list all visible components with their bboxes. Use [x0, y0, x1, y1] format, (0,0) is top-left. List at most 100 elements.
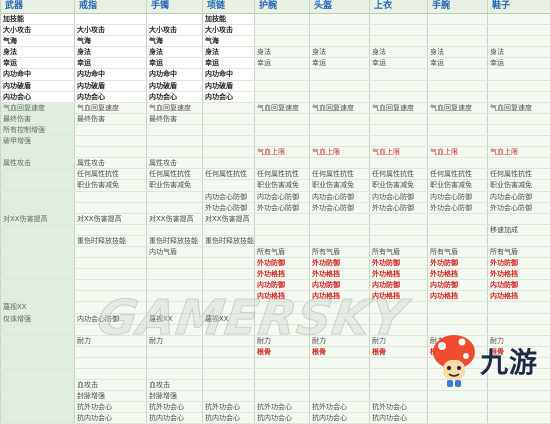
table-cell: [75, 302, 147, 313]
table-cell: 属性攻击: [75, 158, 147, 169]
equipment-attribute-table: 武器 戒指 手镯 项链 护腕 头盔 上衣 手腕 鞋子 加技能加技能大小攻击大小攻…: [0, 0, 550, 424]
table-cell: [488, 158, 550, 169]
table-row: 所有控制增强: [1, 124, 550, 135]
table-cell: [75, 269, 147, 280]
table-cell: 幸运: [488, 58, 550, 69]
table-row: 外功格挡外功格挡外功格挡外功格挡外功格挡: [1, 269, 550, 280]
table-cell: [203, 391, 255, 402]
table-cell: [255, 324, 310, 335]
table-cell: 耐力: [255, 335, 310, 346]
table-cell: 内功格挡: [255, 291, 310, 302]
table-cell: [255, 369, 310, 380]
table-cell: [203, 102, 255, 113]
table-cell: 内功会心: [75, 91, 147, 102]
table-cell: [428, 380, 488, 391]
table-cell: 加技能: [1, 14, 75, 25]
table-cell: [1, 369, 75, 380]
table-cell: [310, 136, 370, 147]
table-cell: 移速加成: [488, 224, 550, 235]
table-row: 幸运幸运幸运幸运幸运幸运幸运幸运幸运: [1, 58, 550, 69]
table-cell: 气血上限: [255, 147, 310, 158]
table-cell: [1, 180, 75, 191]
table-cell: [370, 324, 428, 335]
table-cell: [310, 313, 370, 324]
table-row: 血攻击血攻击: [1, 380, 550, 391]
table-cell: [428, 80, 488, 91]
table-cell: 耐力: [370, 335, 428, 346]
table-row: 内功破盾内功破盾内功破盾内功破盾: [1, 80, 550, 91]
table-cell: [488, 113, 550, 124]
table-cell: [1, 291, 75, 302]
table-cell: [255, 380, 310, 391]
table-cell: [75, 136, 147, 147]
table-cell: 气海: [203, 36, 255, 47]
table-cell: 气海: [75, 36, 147, 47]
table-cell: [488, 369, 550, 380]
table-cell: 内功防御: [310, 280, 370, 291]
table-cell: [310, 235, 370, 246]
table-cell: [1, 324, 75, 335]
table-row: 耐力耐力耐力耐力耐力耐力耐力: [1, 335, 550, 346]
table-row: 破甲增强: [1, 136, 550, 147]
table-cell: 内功会心: [147, 91, 203, 102]
table-row: [1, 369, 550, 380]
table-cell: [428, 357, 488, 368]
table-cell: [203, 369, 255, 380]
table-cell: [203, 324, 255, 335]
table-cell: 根骨: [370, 346, 428, 357]
table-cell: 内功气盾: [147, 246, 203, 257]
table-cell: 属性攻击: [147, 158, 203, 169]
table-cell: 抗外功会心: [370, 402, 428, 413]
table-cell: [428, 14, 488, 25]
table-cell: [1, 357, 75, 368]
table-cell: 身法: [1, 47, 75, 58]
table-cell: [310, 391, 370, 402]
table-cell: [1, 202, 75, 213]
table-cell: [310, 124, 370, 135]
table-cell: [203, 269, 255, 280]
table-cell: [75, 346, 147, 357]
table-cell: 身法: [203, 47, 255, 58]
table-cell: [203, 224, 255, 235]
table-cell: 内功防御: [370, 280, 428, 291]
table-cell: [75, 291, 147, 302]
table-cell: 仅诛增强: [1, 313, 75, 324]
table-cell: 最终伤害: [1, 113, 75, 124]
table-cell: [75, 14, 147, 25]
table-cell: 职业伤害减免: [310, 180, 370, 191]
table-row: 气血上限气血上限气血上限气血上限气血上限: [1, 147, 550, 158]
table-cell: [370, 91, 428, 102]
table-row: 气血回复速度气血回复速度气血回复速度气血回复速度气血回复速度气血回复速度气血回复…: [1, 102, 550, 113]
table-cell: [255, 124, 310, 135]
table-cell: [1, 246, 75, 257]
table-cell: [147, 357, 203, 368]
table-cell: [310, 324, 370, 335]
table-cell: 内功命中: [75, 69, 147, 80]
table-cell: [428, 213, 488, 224]
table-cell: [488, 324, 550, 335]
table-cell: 抗内功会心: [147, 413, 203, 424]
table-cell: [310, 14, 370, 25]
table-cell: 任何属性抗性: [370, 169, 428, 180]
table-cell: 对XX伤害提高: [203, 213, 255, 224]
table-cell: 耐力: [147, 335, 203, 346]
table-row: 内功会心内功会心内功会心内功会心: [1, 91, 550, 102]
table-cell: 气血回复速度: [75, 102, 147, 113]
table-cell: 外功格挡: [310, 269, 370, 280]
table-cell: [203, 136, 255, 147]
table-cell: [488, 402, 550, 413]
table-cell: 封脉增强: [147, 391, 203, 402]
table-cell: 内功会心防御: [75, 313, 147, 324]
table-cell: [255, 313, 310, 324]
table-cell: [310, 357, 370, 368]
table-cell: 内功会心防御: [255, 191, 310, 202]
table-cell: [1, 346, 75, 357]
table-cell: 抗外功会心: [310, 402, 370, 413]
table-cell: [428, 413, 488, 424]
table-cell: [147, 346, 203, 357]
table-cell: [75, 280, 147, 291]
table-cell: [488, 69, 550, 80]
table-cell: [370, 224, 428, 235]
table-cell: 身法: [310, 47, 370, 58]
table-cell: 外功格挡: [488, 269, 550, 280]
